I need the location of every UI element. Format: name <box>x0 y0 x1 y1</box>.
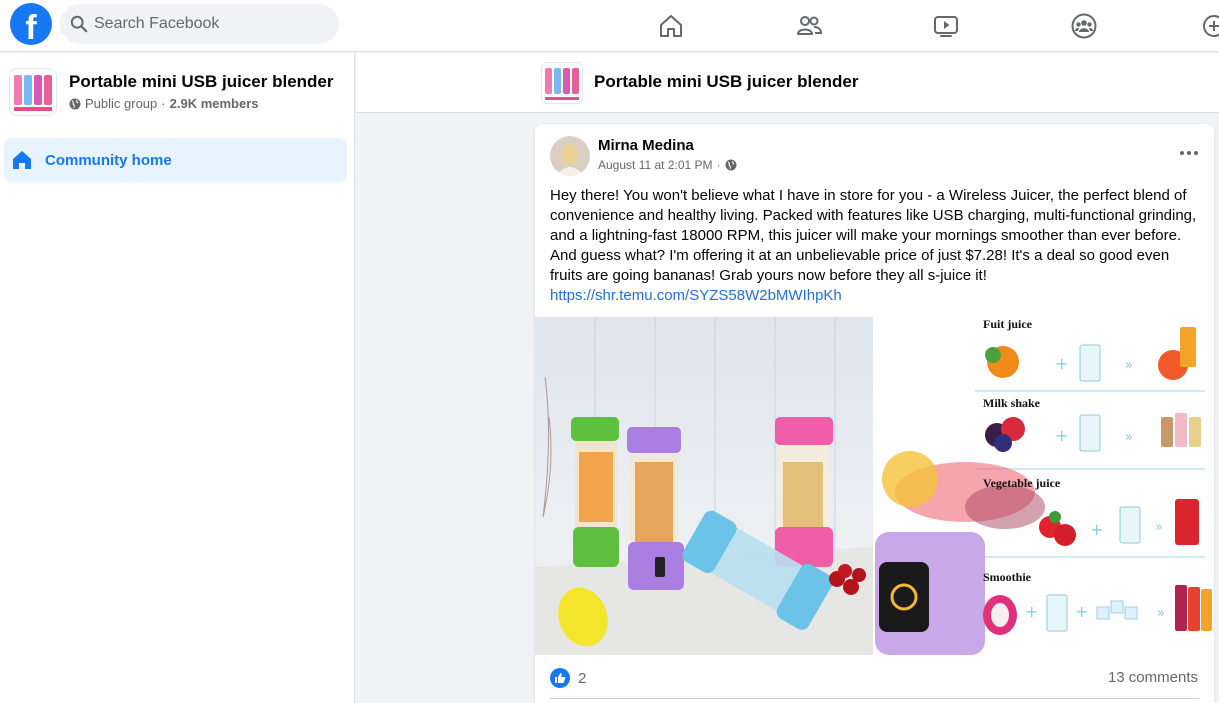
group-meta: Public group · 2.9K members <box>69 96 259 111</box>
create-nav-button[interactable] <box>1200 8 1219 44</box>
groups-icon <box>1071 13 1097 39</box>
smoothie-label: Smoothie <box>983 570 1032 584</box>
post-meta: August 11 at 2:01 PM · <box>598 158 737 172</box>
author-avatar[interactable] <box>550 136 590 176</box>
group-thumbnail[interactable] <box>9 68 57 116</box>
svg-text:+: + <box>1055 426 1068 445</box>
watch-nav-button[interactable] <box>928 8 964 44</box>
group-members-count[interactable]: 2.9K members <box>170 96 259 111</box>
svg-text:»: » <box>1125 358 1133 373</box>
juicer-bottles-image <box>535 317 873 655</box>
watch-icon <box>934 16 958 37</box>
meta-separator: · <box>716 158 721 172</box>
vegetable-juice-label: Vegetable juice <box>983 476 1061 490</box>
globe-icon <box>69 98 81 109</box>
create-icon <box>1203 15 1219 37</box>
reactions-summary[interactable]: 2 <box>550 667 586 689</box>
comments-count[interactable]: 13 comments <box>1108 669 1198 686</box>
home-icon <box>660 15 682 37</box>
post-text: Hey there! You won't believe what I have… <box>550 187 1197 284</box>
juice-types-image: + » + » + » + + » Fuit juice Milk shake … <box>875 317 1214 655</box>
juicer-thumbnail-image <box>542 63 582 103</box>
groups-nav-button[interactable] <box>1066 8 1102 44</box>
facebook-logo[interactable]: f <box>10 3 52 45</box>
more-dots-icon <box>1180 151 1184 155</box>
community-home-label: Community home <box>45 151 172 169</box>
globe-icon <box>725 159 737 171</box>
post-options-button[interactable] <box>1176 142 1202 164</box>
fruit-juice-label: Fuit juice <box>983 317 1033 331</box>
svg-text:+: + <box>1025 602 1038 621</box>
milk-shake-label: Milk shake <box>983 396 1041 410</box>
friends-icon <box>797 16 823 35</box>
svg-text:+: + <box>1075 602 1088 621</box>
post-photo-juicers[interactable] <box>535 317 873 655</box>
left-sidebar: Portable mini USB juicer blender Public … <box>0 53 355 703</box>
avatar-image <box>550 136 590 176</box>
post-link[interactable]: https://shr.temu.com/SYZS58W2bMWIhpKh <box>550 286 842 306</box>
more-dots-icon <box>1194 151 1198 155</box>
home-nav-button[interactable] <box>653 8 689 44</box>
group-header-title[interactable]: Portable mini USB juicer blender <box>594 72 859 92</box>
top-navigation-bar: f <box>0 0 1219 52</box>
search-input[interactable] <box>94 4 324 44</box>
post-timestamp[interactable]: August 11 at 2:01 PM <box>598 158 713 172</box>
home-icon <box>13 151 31 169</box>
svg-text:»: » <box>1155 520 1163 535</box>
post-card: Mirna Medina August 11 at 2:01 PM · Hey … <box>535 124 1214 703</box>
group-header-thumbnail[interactable] <box>541 62 583 104</box>
svg-text:»: » <box>1157 606 1165 621</box>
community-home-link[interactable]: Community home <box>4 138 347 182</box>
post-author[interactable]: Mirna Medina <box>598 137 694 154</box>
group-privacy: Public group <box>85 96 158 111</box>
juicer-thumbnail-image <box>10 69 56 115</box>
svg-text:+: + <box>1055 354 1068 373</box>
svg-text:+: + <box>1090 520 1103 539</box>
meta-separator: · <box>161 96 166 111</box>
more-dots-icon <box>1187 151 1191 155</box>
group-header: Portable mini USB juicer blender <box>356 53 1219 113</box>
post-photo-infographic[interactable]: + » + » + » + + » Fuit juice Milk shake … <box>875 317 1214 655</box>
like-reaction-icon <box>550 668 570 688</box>
reactions-count: 2 <box>578 669 587 687</box>
post-actions-divider <box>550 698 1199 699</box>
svg-text:»: » <box>1125 430 1133 445</box>
search-box[interactable] <box>60 4 339 44</box>
group-name[interactable]: Portable mini USB juicer blender <box>69 72 334 92</box>
friends-nav-button[interactable] <box>791 8 827 44</box>
search-icon <box>70 15 88 33</box>
